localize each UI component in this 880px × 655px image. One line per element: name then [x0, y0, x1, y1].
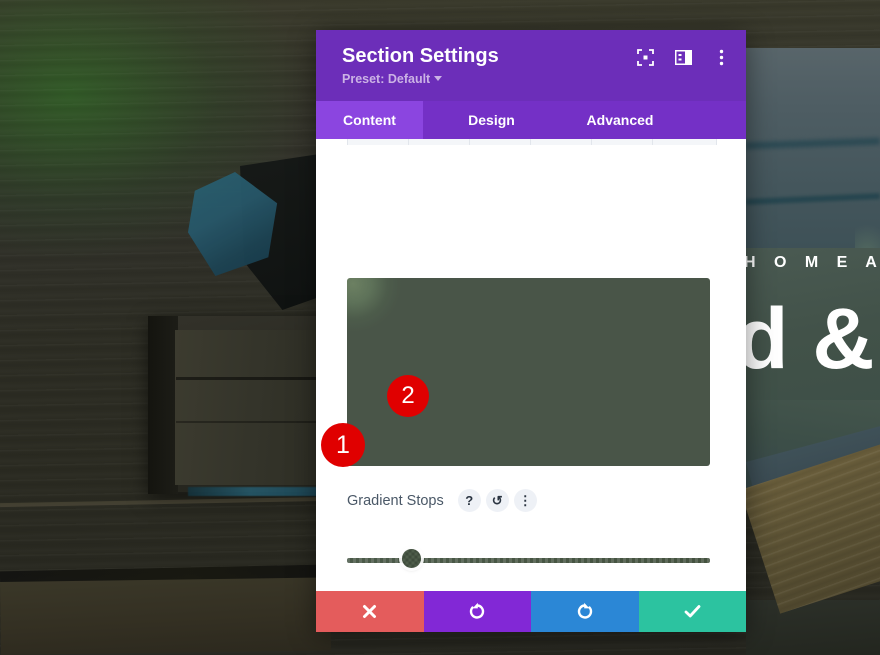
- tab-content[interactable]: Content: [316, 101, 423, 139]
- undo-button[interactable]: [423, 591, 531, 632]
- callout-badge-1: 1: [321, 423, 365, 467]
- gradient-stop-handle[interactable]: [402, 549, 421, 568]
- more-vertical-icon[interactable]: [712, 48, 730, 66]
- more-vertical-icon[interactable]: ⋮: [513, 489, 537, 512]
- modal-header-icons: [636, 48, 730, 66]
- site-heading-text: d &: [736, 291, 875, 387]
- tab-advanced[interactable]: Advanced: [560, 101, 680, 139]
- fullscreen-icon[interactable]: [636, 48, 654, 66]
- scrolled-toolbar-sliver: [347, 139, 717, 145]
- background-wood-box-edge: [148, 316, 178, 494]
- gradient-stops-actions: ? ↺ ⋮: [457, 489, 537, 512]
- gradient-stops-slider[interactable]: [347, 549, 710, 568]
- preset-label: Preset: Default: [342, 72, 431, 86]
- chevron-down-icon: [434, 76, 443, 81]
- modal-header: Section Settings Preset: Default: [316, 30, 746, 101]
- gradient-stops-label: Gradient Stops: [347, 492, 444, 509]
- tab-design[interactable]: Design: [423, 101, 560, 139]
- undo-icon: [469, 602, 484, 619]
- layout-panel-icon[interactable]: [674, 48, 692, 66]
- background-bed-floor: [746, 600, 880, 655]
- reset-icon[interactable]: ↺: [485, 489, 509, 512]
- close-icon: [363, 605, 377, 618]
- section-settings-modal: Section Settings Preset: Default Content…: [316, 30, 746, 632]
- redo-button[interactable]: [531, 591, 639, 632]
- check-icon: [684, 605, 701, 618]
- screenshot-root: H O M E A d & Section Settings Preset: D…: [0, 0, 880, 655]
- help-icon[interactable]: ?: [457, 489, 481, 512]
- cancel-button[interactable]: [316, 591, 424, 632]
- background-blue-strip: [188, 487, 328, 496]
- redo-icon: [578, 602, 593, 619]
- modal-body: Gradient Stops ? ↺ ⋮ Gradient Type Circu…: [316, 139, 746, 591]
- gradient-preview[interactable]: [347, 278, 710, 466]
- preset-selector[interactable]: Preset: Default: [342, 72, 443, 86]
- site-nav-text: H O M E A: [744, 254, 880, 271]
- save-button[interactable]: [638, 591, 746, 632]
- background-floor-plank: [0, 577, 331, 655]
- gradient-stops-row: Gradient Stops ? ↺ ⋮: [347, 489, 537, 512]
- modal-footer: [316, 591, 746, 632]
- callout-badge-2: 2: [387, 375, 429, 417]
- modal-tabs: Content Design Advanced: [316, 101, 746, 139]
